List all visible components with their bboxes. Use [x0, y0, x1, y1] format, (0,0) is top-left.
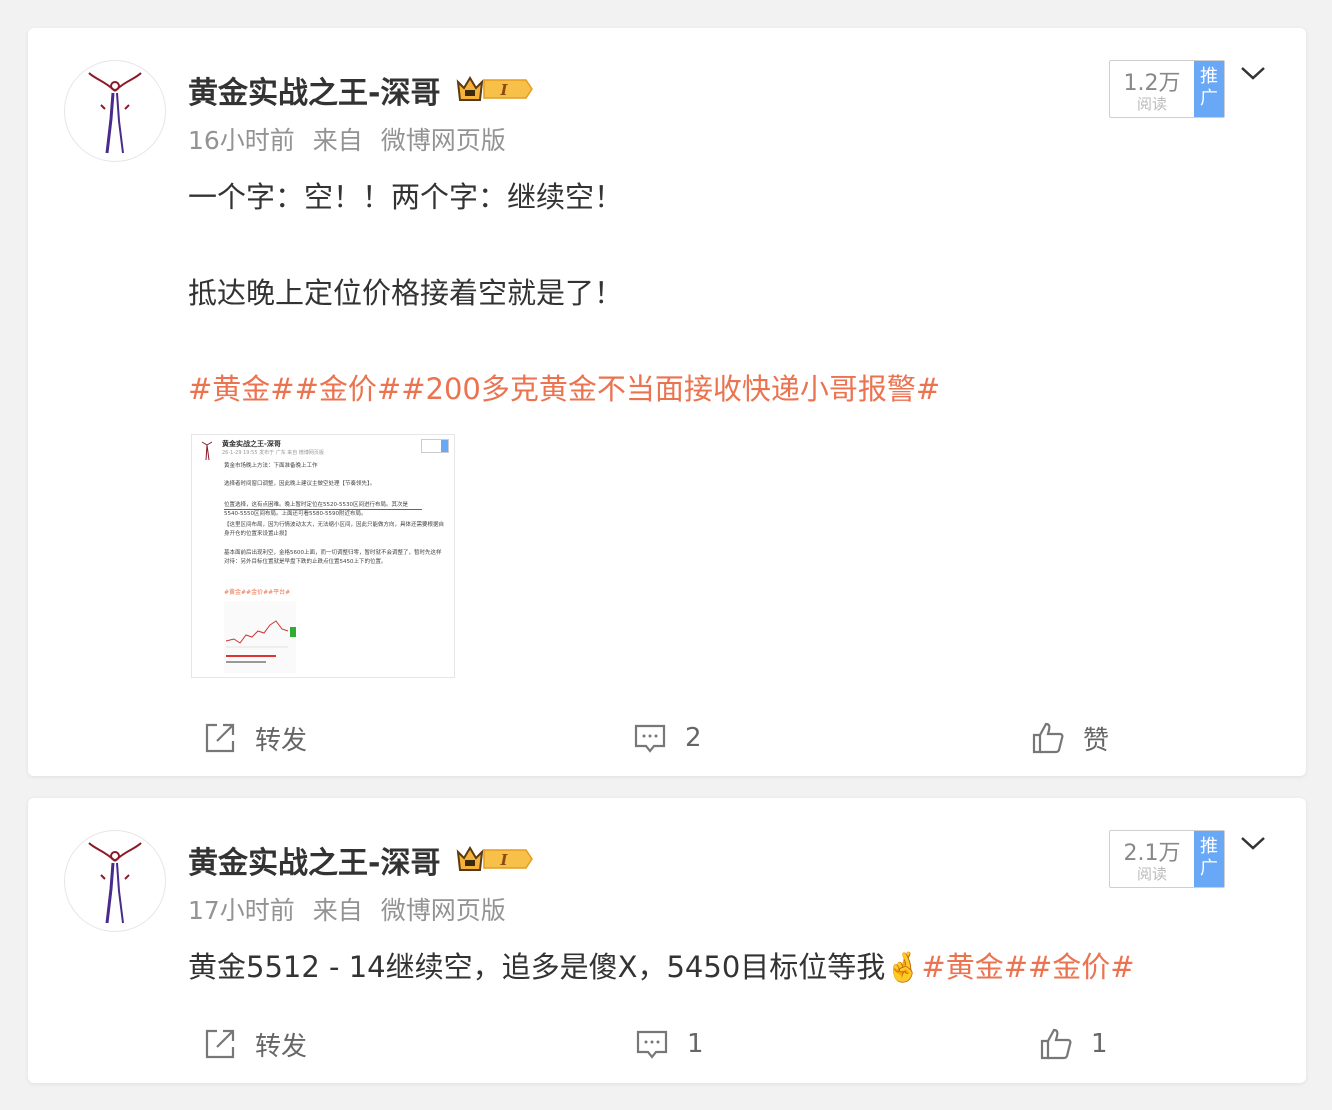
weibo-post-card: 黄金实战之王-深哥 I 17小时前 来自 微博网页版 2.1万 阅读 推广 黄金… — [28, 798, 1306, 1083]
comment-button[interactable]: 1 — [635, 1024, 704, 1064]
chevron-down-icon[interactable] — [1240, 64, 1266, 82]
weibo-post-card: 黄金实战之王-深哥 I 16小时前 来自 微博网页版 1.2万 阅读 推广 一个… — [28, 28, 1306, 776]
read-count-box: 1.2万 阅读 推广 — [1109, 60, 1225, 118]
post-text-body: 黄金5512 - 14继续空，追多是傻X，5450目标位等我 — [188, 950, 886, 984]
comment-button[interactable]: 2 — [633, 718, 702, 758]
source-prefix: 来自 — [312, 896, 363, 925]
read-label: 阅读 — [1136, 865, 1167, 883]
post-hashtags[interactable]: #黄金##金价##200多克黄金不当面接收快递小哥报警# — [188, 366, 940, 408]
post-time[interactable]: 17小时前 — [188, 896, 295, 925]
like-button[interactable]: 赞 — [1031, 718, 1109, 758]
thumbnail-title: 黄金实战之王-深哥 — [222, 440, 281, 448]
thumbs-up-icon — [1040, 1028, 1072, 1060]
post-meta: 16小时前 来自 微博网页版 — [188, 121, 516, 157]
thumbnail-line: 基本面前后出现利空，金格5600上面，而一切调整归零，暂时就不会调整了，暂时先这… — [224, 550, 442, 565]
like-label: 赞 — [1083, 725, 1110, 756]
repost-label: 转发 — [255, 1031, 308, 1062]
thumbnail-mini-chart-icon — [224, 601, 296, 673]
thumbnail-line: 选择者时间窗口调整，因此晚上建议主做空处理【节奏领先】。 — [224, 481, 376, 487]
like-button[interactable]: 1 — [1039, 1024, 1108, 1064]
promote-button[interactable]: 推广 — [1194, 831, 1224, 887]
like-count: 1 — [1091, 1029, 1108, 1059]
avatar-figure-icon — [88, 842, 142, 924]
thumbnail-tags: #黄金##金价##平台# — [224, 589, 291, 596]
thumbnail-read-box — [421, 439, 449, 453]
comment-count: 1 — [687, 1029, 704, 1059]
user-avatar[interactable] — [64, 60, 166, 162]
post-hashtags[interactable]: #黄金##金价# — [921, 950, 1134, 984]
post-image-thumbnail[interactable]: 黄金实战之王-深哥 26-1-29 19:55 发布于 广东 来自 微博网页版 … — [191, 434, 455, 678]
repost-button[interactable]: 转发 — [203, 718, 307, 758]
post-meta: 17小时前 来自 微博网页版 — [188, 891, 516, 927]
chevron-down-icon[interactable] — [1240, 834, 1266, 852]
share-icon — [205, 1029, 235, 1059]
post-time[interactable]: 16小时前 — [188, 126, 295, 155]
svg-text:I: I — [499, 81, 508, 99]
thumbnail-line: 位置选择，这有点困难。晚上暂时定位在5520-5530区间进行布局。其次是554… — [224, 502, 408, 517]
thumbnail-line: 黄金市场晚上方法：下面准备晚上工作 — [224, 463, 318, 469]
comment-icon — [636, 1030, 668, 1059]
read-label: 阅读 — [1136, 95, 1167, 113]
read-count-box: 2.1万 阅读 推广 — [1109, 830, 1225, 888]
vip-crown-badge-icon[interactable]: I — [454, 72, 534, 106]
post-source[interactable]: 微博网页版 — [381, 896, 506, 925]
source-prefix: 来自 — [312, 126, 363, 155]
post-text-line: 抵达晚上定位价格接着空就是了！ — [188, 276, 624, 310]
post-text: 黄金5512 - 14继续空，追多是傻X，5450目标位等我🤞#黄金##金价# — [188, 944, 1135, 986]
share-icon — [205, 723, 235, 753]
vip-crown-badge-icon[interactable]: I — [454, 842, 534, 876]
thumbnail-underline — [224, 509, 422, 510]
thumbnail-line: 【这里区间布局，因为行情波动太大，无法缩小区间，因此只能做方向，具体还需要根据自… — [224, 522, 445, 537]
repost-label: 转发 — [255, 725, 308, 756]
thumbnail-avatar-icon — [200, 441, 214, 461]
svg-text:I: I — [499, 851, 508, 869]
comment-count: 2 — [685, 723, 702, 753]
repost-button[interactable]: 转发 — [203, 1024, 307, 1064]
fingers-crossed-emoji-icon: 🤞 — [885, 950, 922, 984]
username[interactable]: 黄金实战之王-深哥 — [188, 68, 440, 112]
post-source[interactable]: 微博网页版 — [381, 126, 506, 155]
promote-button[interactable]: 推广 — [1194, 61, 1224, 117]
thumbs-up-icon — [1032, 722, 1064, 754]
username[interactable]: 黄金实战之王-深哥 — [188, 838, 440, 882]
thumbnail-meta: 26-1-29 19:55 发布于 广东 来自 微博网页版 — [222, 450, 324, 456]
comment-icon — [634, 724, 666, 753]
post-text-line: 一个字：空！！两个字：继续空！ — [188, 180, 624, 214]
avatar-figure-icon — [88, 72, 142, 154]
user-avatar[interactable] — [64, 830, 166, 932]
